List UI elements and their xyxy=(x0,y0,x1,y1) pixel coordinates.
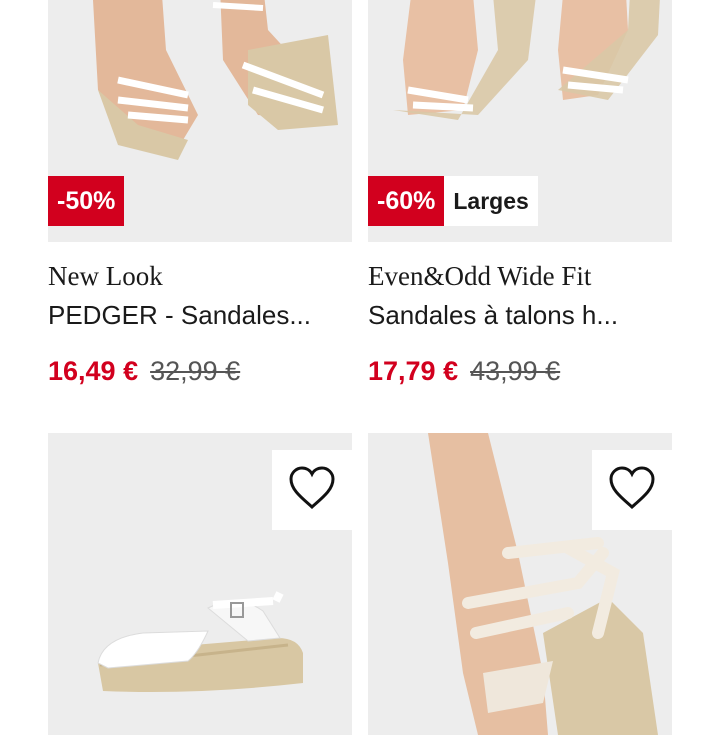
product-name[interactable]: Sandales à talons h... xyxy=(368,300,618,331)
heart-outline-icon xyxy=(287,465,337,516)
wishlist-button[interactable] xyxy=(592,450,672,530)
discount-badge: -60% xyxy=(368,176,445,226)
wishlist-button[interactable] xyxy=(272,450,352,530)
discount-badge: -50% xyxy=(48,176,125,226)
product-name[interactable]: PEDGER - Sandales... xyxy=(48,300,311,331)
original-price: 43,99 € xyxy=(470,356,561,386)
product-brand: New Look xyxy=(48,261,163,291)
price-row: 16,49 € 32,99 € xyxy=(48,356,240,387)
size-tag-badge: Larges xyxy=(444,176,538,226)
sale-price: 16,49 € xyxy=(48,356,139,386)
product-brand: Even&Odd Wide Fit xyxy=(368,261,592,291)
price-row: 17,79 € 43,99 € xyxy=(368,356,560,387)
sale-price: 17,79 € xyxy=(368,356,459,386)
badge-group: -60% Larges xyxy=(368,176,538,226)
original-price: 32,99 € xyxy=(150,356,241,386)
heart-outline-icon xyxy=(607,465,657,516)
badge-group: -50% xyxy=(48,176,125,226)
